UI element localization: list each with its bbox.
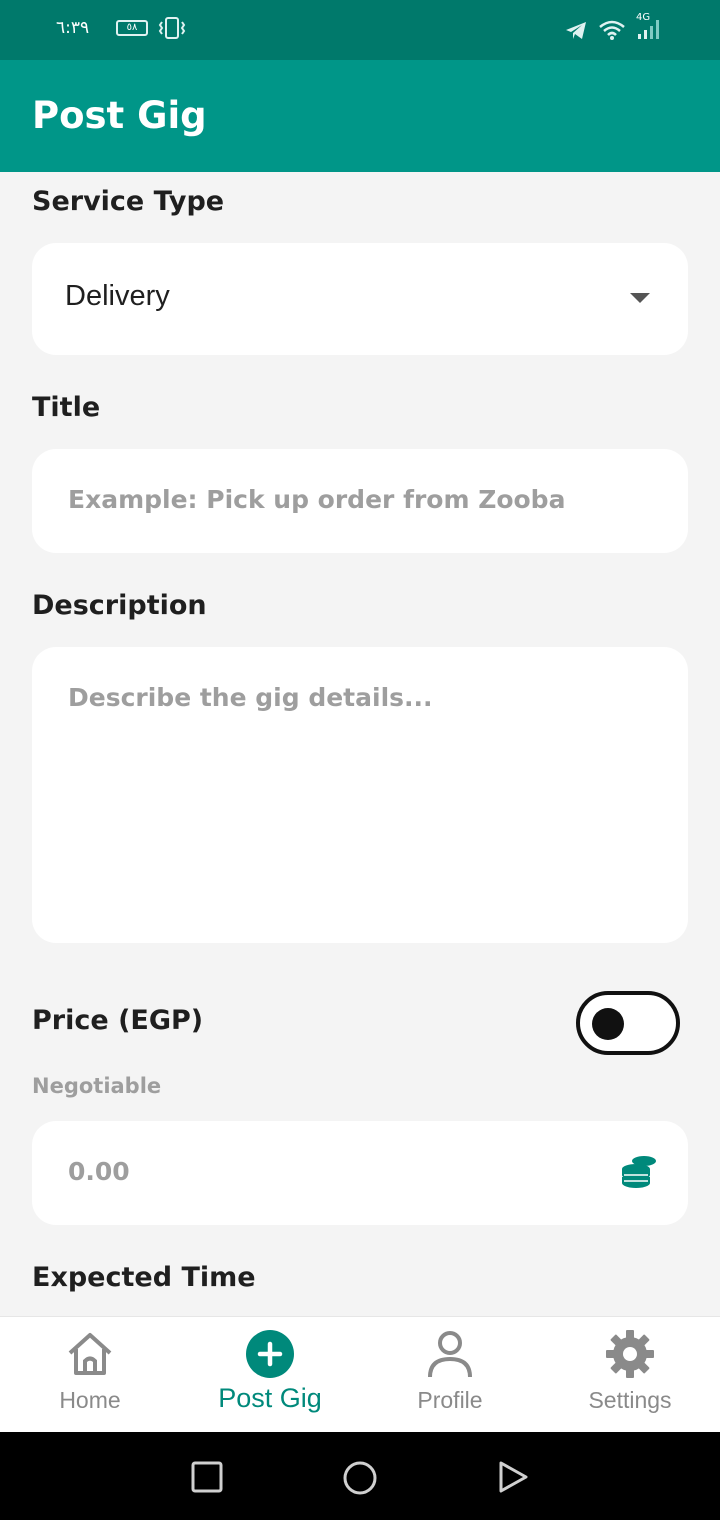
service-type-dropdown[interactable]: Delivery	[32, 243, 688, 355]
title-label: Title	[32, 392, 101, 423]
toggle-knob	[592, 1008, 624, 1040]
nav-item-settings[interactable]: Settings	[540, 1317, 720, 1433]
description-label: Description	[32, 590, 207, 621]
price-placeholder: 0.00	[68, 1157, 130, 1186]
service-type-label: Service Type	[32, 186, 225, 217]
negotiable-label: Negotiable	[32, 1074, 162, 1098]
price-label: Price (EGP)	[32, 1005, 204, 1036]
negotiable-toggle[interactable]	[576, 991, 680, 1055]
dropdown-arrow-icon	[630, 293, 650, 303]
nav-label-post-gig: Post Gig	[218, 1383, 322, 1413]
system-nav-bar	[0, 1432, 720, 1520]
description-placeholder: Describe the gig details...	[68, 683, 433, 712]
recents-icon[interactable]	[190, 1460, 224, 1494]
back-icon[interactable]	[496, 1460, 530, 1494]
nav-item-home[interactable]: Home	[0, 1317, 180, 1433]
gear-icon	[606, 1330, 654, 1378]
home-icon	[68, 1333, 112, 1375]
expected-time-label: Expected Time	[32, 1262, 256, 1293]
home-circle-icon[interactable]	[342, 1460, 378, 1496]
nav-label-profile: Profile	[417, 1387, 483, 1413]
battery-icon: ٥٨	[116, 20, 148, 36]
wifi-icon	[599, 20, 625, 40]
nav-label-settings: Settings	[588, 1387, 672, 1413]
coins-icon	[622, 1156, 656, 1188]
title-placeholder: Example: Pick up order from Zooba	[68, 485, 566, 514]
description-textarea[interactable]: Describe the gig details...	[32, 647, 688, 943]
bottom-nav: Home Post Gig Profile Settings	[0, 1316, 720, 1433]
page-title: Post Gig	[32, 94, 207, 137]
nav-item-post-gig[interactable]: Post Gig	[180, 1317, 360, 1433]
service-type-value: Delivery	[65, 280, 170, 312]
network-type: 4G	[636, 12, 651, 23]
vibrate-icon	[158, 17, 186, 39]
telegram-icon	[566, 22, 586, 39]
add-circle-icon	[246, 1330, 294, 1378]
status-time: ٦:٣٩	[56, 18, 90, 38]
nav-item-profile[interactable]: Profile	[360, 1317, 540, 1433]
nav-label-home: Home	[59, 1387, 121, 1413]
status-bar: ٦:٣٩ ٥٨ 4G	[0, 0, 720, 60]
app-bar: Post Gig	[0, 60, 720, 172]
person-icon	[428, 1331, 472, 1378]
title-input[interactable]: Example: Pick up order from Zooba	[32, 449, 688, 553]
price-input[interactable]: 0.00	[32, 1121, 688, 1225]
